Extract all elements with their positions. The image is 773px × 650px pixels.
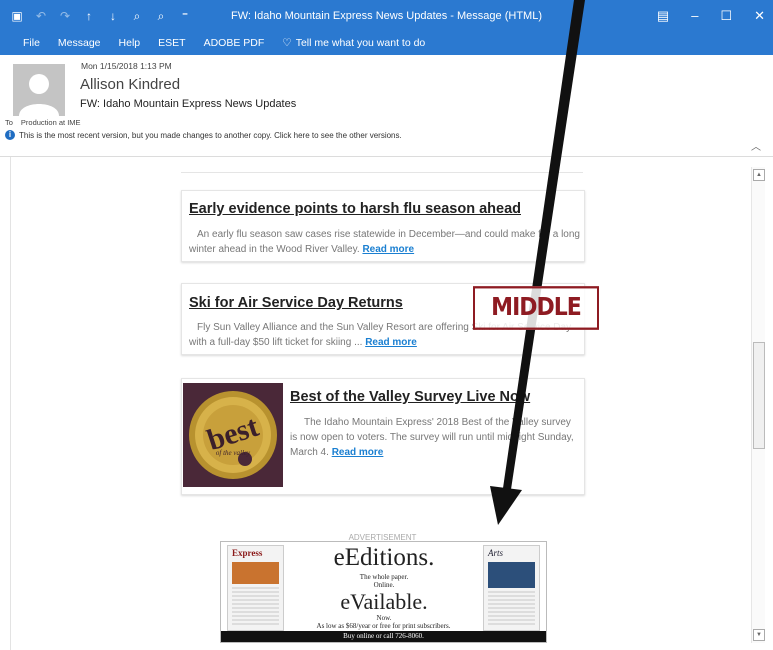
middle-stamp: MIDDLE [473,286,599,330]
annotation-arrow [490,0,585,525]
